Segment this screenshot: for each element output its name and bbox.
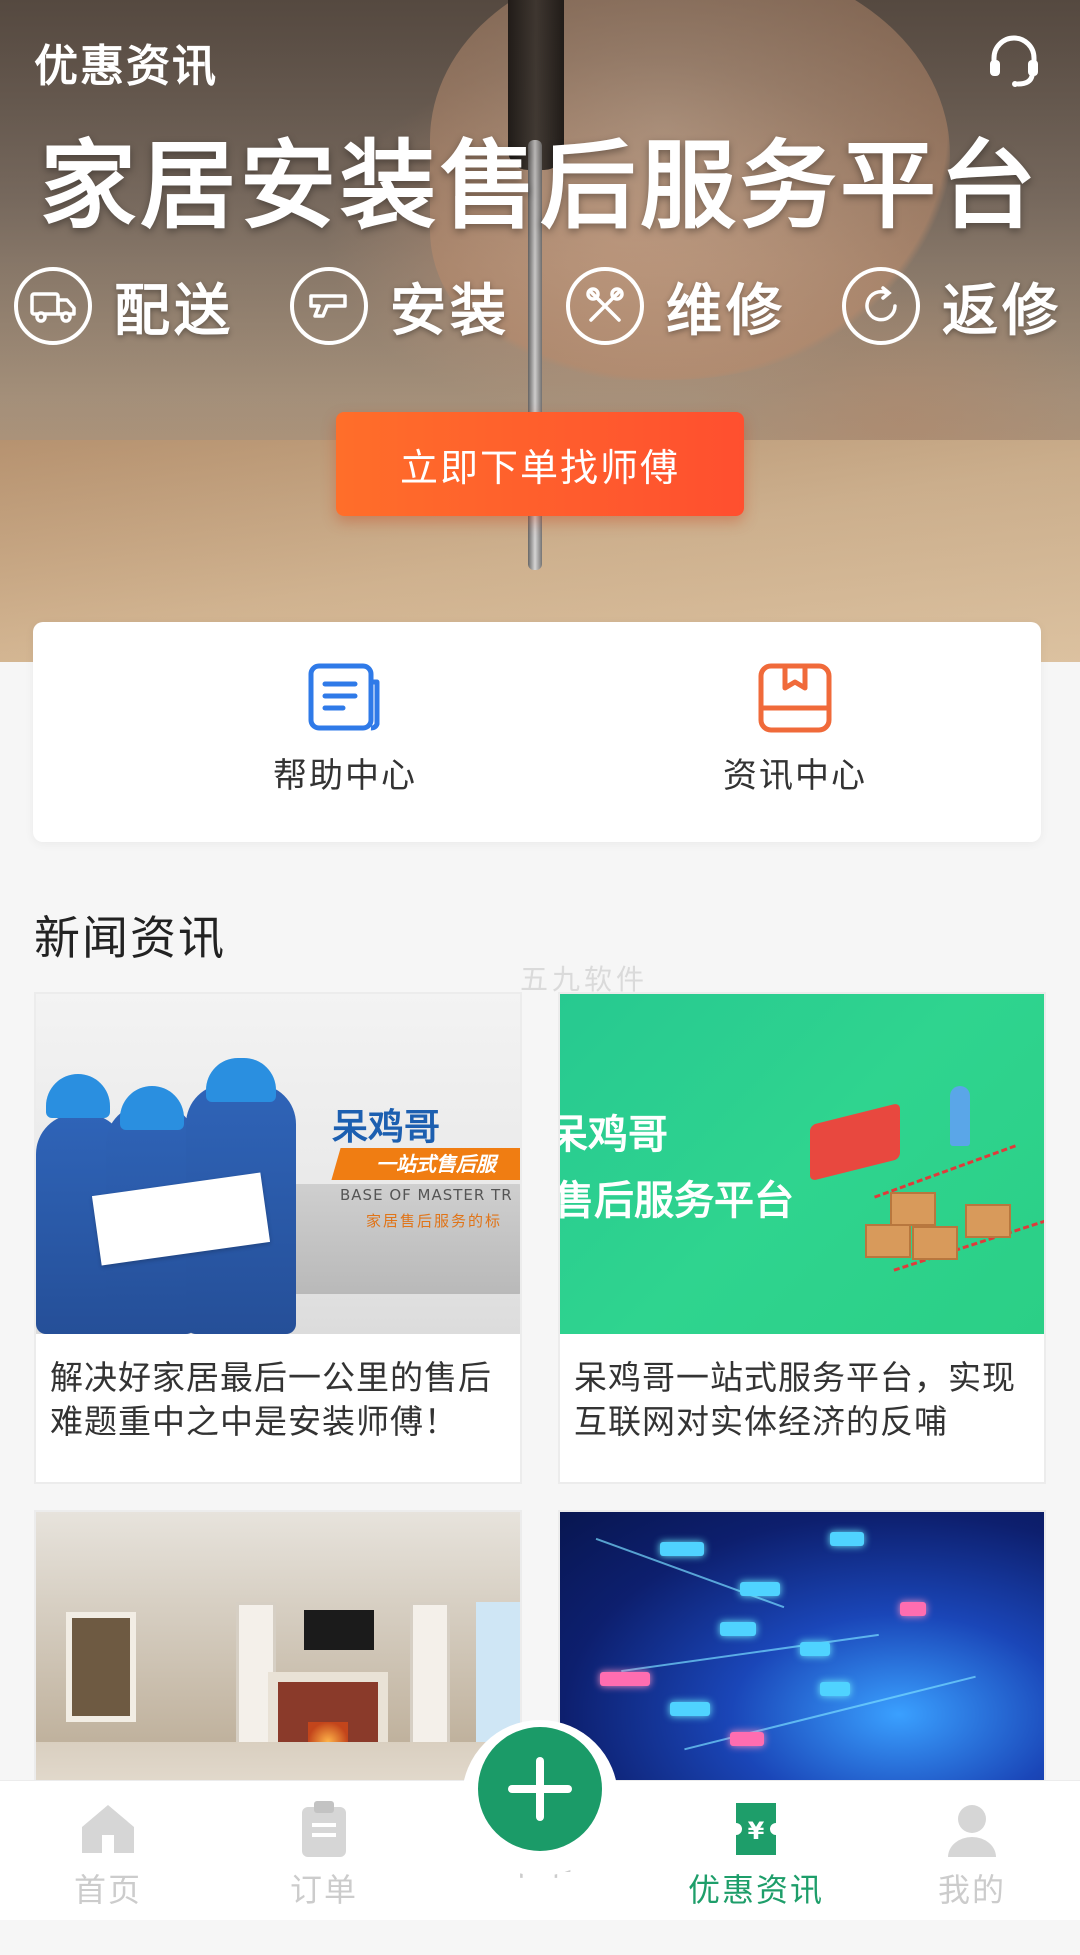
thumbnail-graphic — [66, 1612, 136, 1722]
tab-label: 我的 — [937, 1871, 1006, 1909]
book-icon — [758, 663, 832, 733]
repair-tools-icon — [566, 267, 644, 345]
page-title: 优惠资讯 — [34, 41, 218, 92]
tab-profile[interactable]: 我的 — [892, 1799, 1052, 1915]
thumbnail-graphic — [830, 1532, 864, 1546]
thumbnail-brand-text: 呆鸡哥 — [560, 1112, 668, 1158]
thumbnail-graphic — [800, 1642, 830, 1656]
banner-headline: 家居安装售后服务平台 — [40, 130, 1040, 242]
news-thumbnail: 呆鸡哥 一站式售后服 BASE OF MASTER TR 家居售后服务的标 — [36, 994, 520, 1334]
news-thumbnail — [560, 1512, 1044, 1782]
thumbnail-graphic — [890, 1192, 936, 1226]
coupon-icon: ¥ — [736, 1803, 776, 1855]
place-order-fab[interactable] — [478, 1727, 602, 1851]
feature-label: 维修 — [666, 278, 786, 344]
tab-orders[interactable]: 订单 — [244, 1799, 404, 1915]
feature-label: 配送 — [114, 278, 234, 344]
tab-home[interactable]: 首页 — [28, 1799, 188, 1915]
quick-links-card: 帮助中心 资讯中心 — [33, 622, 1041, 842]
thumbnail-graphic — [600, 1672, 650, 1686]
svg-text:¥: ¥ — [748, 1817, 765, 1845]
thumbnail-graphic — [621, 1633, 879, 1673]
feature-repair: 维修 — [566, 266, 786, 346]
thumbnail-graphic — [820, 1682, 850, 1696]
thumbnail-graphic — [720, 1622, 756, 1636]
quick-link-label: 帮助中心 — [273, 756, 417, 796]
thumbnail-graphic — [740, 1582, 780, 1596]
news-card[interactable] — [558, 1510, 1046, 1782]
refresh-icon — [842, 267, 920, 345]
thumbnail-graphic — [950, 1086, 970, 1146]
install-icon — [290, 267, 368, 345]
thumbnail-brand-slogan: 一站式售后服 — [331, 1148, 520, 1180]
help-center-link[interactable]: 帮助中心 — [195, 662, 495, 812]
news-card[interactable]: 呆鸡哥 一站式售后服 BASE OF MASTER TR 家居售后服务的标 解决… — [34, 992, 522, 1484]
thumbnail-graphic — [670, 1702, 710, 1716]
thumbnail-graphic — [46, 1074, 110, 1118]
tab-label: 首页 — [73, 1871, 142, 1909]
feature-label: 安装 — [390, 278, 510, 344]
quick-link-label: 资讯中心 — [723, 756, 867, 796]
thumbnail-graphic — [810, 1102, 900, 1182]
feature-delivery: 配送 — [14, 266, 234, 346]
thumbnail-graphic — [730, 1732, 764, 1746]
thumbnail-brand-slogan-text: 一站式售后服 — [376, 1152, 496, 1176]
tab-label: 优惠资讯 — [687, 1871, 824, 1909]
tab-label: 订单 — [289, 1871, 358, 1909]
service-features: 配送 安装 维修 返修 — [14, 266, 1074, 346]
thumbnail-brand-text: 呆鸡哥 — [332, 1107, 441, 1148]
news-center-link[interactable]: 资讯中心 — [645, 662, 945, 812]
user-icon — [948, 1805, 996, 1857]
news-card[interactable] — [34, 1510, 522, 1782]
news-thumbnail: 呆鸡哥 售后服务平台 — [560, 994, 1044, 1334]
thumbnail-graphic — [900, 1602, 926, 1616]
news-title: 呆鸡哥一站式服务平台，实现互联网对实体经济的反哺 — [574, 1358, 1016, 1441]
news-section-title: 新闻资讯 — [34, 911, 226, 965]
order-now-button[interactable]: 立即下单找师傅 — [336, 412, 744, 516]
thumbnail-graphic — [120, 1086, 184, 1130]
feature-label: 返修 — [942, 278, 1062, 344]
home-icon — [82, 1805, 134, 1853]
thumbnail-graphic — [865, 1224, 911, 1258]
thumbnail-brand-text: BASE OF MASTER TR — [340, 1186, 513, 1204]
truck-icon — [14, 267, 92, 345]
plus-icon — [508, 1757, 572, 1821]
document-icon — [308, 663, 380, 731]
tab-promotions[interactable]: ¥ 优惠资讯 — [676, 1799, 836, 1915]
thumbnail-graphic — [206, 1058, 276, 1102]
news-title: 解决好家居最后一公里的售后难题重中之中是安装师傅！ — [50, 1358, 492, 1441]
headset-icon[interactable] — [982, 28, 1046, 92]
thumbnail-graphic — [660, 1542, 704, 1556]
thumbnail-graphic — [965, 1204, 1011, 1238]
thumbnail-brand-text: 家居售后服务的标 — [366, 1212, 503, 1230]
feature-install: 安装 — [290, 266, 510, 346]
thumbnail-graphic — [304, 1610, 374, 1650]
thumbnail-brand-text: 售后服务平台 — [560, 1178, 794, 1224]
thumbnail-graphic — [36, 1742, 520, 1782]
clipboard-icon — [302, 1801, 346, 1857]
hero-banner: 优惠资讯 家居安装售后服务平台 配送 安装 维修 返修 立即下单找师傅 — [0, 0, 1080, 662]
news-thumbnail — [36, 1512, 520, 1782]
news-card[interactable]: 呆鸡哥 售后服务平台 呆鸡哥一站式服务平台，实现互联网对实体经济的反哺 — [558, 992, 1046, 1484]
feature-rework: 返修 — [842, 266, 1062, 346]
thumbnail-graphic — [912, 1226, 958, 1260]
